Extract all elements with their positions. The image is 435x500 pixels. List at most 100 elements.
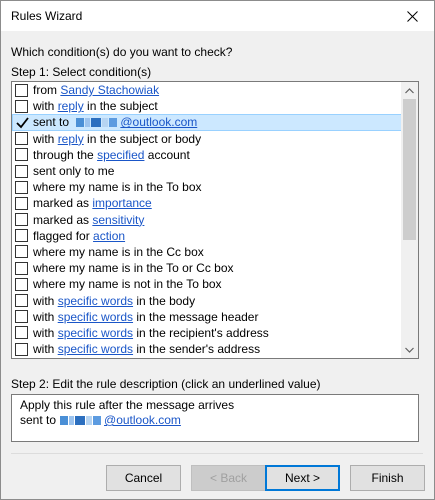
condition-text: marked as	[33, 196, 93, 211]
description-sent-to-label: sent to	[20, 413, 57, 427]
title-bar: Rules Wizard	[1, 1, 434, 31]
condition-link[interactable]: specific words	[58, 293, 133, 309]
condition-checkbox[interactable]	[15, 116, 29, 129]
scroll-thumb[interactable]	[403, 99, 416, 240]
condition-checkbox[interactable]	[15, 310, 28, 324]
condition-text: flagged for	[33, 228, 94, 243]
condition-row[interactable]: through the specified account	[12, 147, 402, 163]
condition-link[interactable]: sensitivity	[92, 212, 144, 228]
condition-row[interactable]: assigned to category category	[12, 357, 402, 358]
conditions-list-items: from Sandy Stachowiak with reply in the s…	[12, 82, 402, 358]
condition-text: where my name is in the To or Cc box	[33, 261, 234, 276]
condition-text: sent to	[33, 115, 73, 130]
condition-checkbox[interactable]	[15, 99, 28, 113]
condition-row[interactable]: with reply in the subject or body	[12, 131, 402, 147]
condition-text: with	[33, 131, 58, 146]
condition-checkbox[interactable]	[15, 277, 28, 291]
condition-text-suffix: in the recipient's address	[133, 325, 269, 340]
next-button[interactable]: Next >	[265, 465, 340, 491]
condition-row[interactable]: with specific words in the sender's addr…	[12, 341, 402, 357]
condition-link[interactable]: category	[98, 357, 144, 358]
condition-text-suffix: in the subject	[83, 99, 158, 114]
condition-text: through the	[33, 147, 98, 162]
condition-text: with	[33, 293, 58, 308]
condition-text: with	[33, 325, 58, 340]
condition-row[interactable]: sent to @outlook.com	[12, 114, 402, 131]
back-button[interactable]: < Back	[191, 465, 266, 491]
condition-row[interactable]: with specific words in the recipient's a…	[12, 325, 402, 341]
description-email-link[interactable]: @outlook.com	[104, 413, 181, 428]
condition-checkbox[interactable]	[15, 164, 28, 178]
condition-checkbox[interactable]	[15, 148, 28, 162]
condition-text-suffix: in the subject or body	[83, 131, 202, 146]
close-button[interactable]	[390, 1, 434, 31]
condition-row[interactable]: with specific words in the message heade…	[12, 309, 402, 325]
condition-text: assigned to	[33, 357, 98, 358]
condition-row[interactable]: marked as importance	[12, 195, 402, 211]
condition-checkbox[interactable]	[15, 245, 28, 259]
condition-checkbox[interactable]	[15, 213, 28, 227]
divider	[11, 453, 423, 454]
condition-text: where my name is in the Cc box	[33, 244, 204, 259]
condition-row[interactable]: sent only to me	[12, 163, 402, 179]
condition-text: sent only to me	[33, 164, 115, 179]
condition-text-suffix: in the sender's address	[133, 342, 261, 357]
condition-text-suffix: category	[144, 357, 193, 358]
condition-text: with	[33, 342, 58, 357]
redacted-email-block	[76, 117, 118, 127]
description-line-1: Apply this rule after the message arrive…	[20, 398, 235, 412]
condition-checkbox[interactable]	[15, 180, 28, 194]
condition-row[interactable]: where my name is not in the To box	[12, 276, 402, 292]
condition-row[interactable]: with specific words in the body	[12, 292, 402, 308]
condition-checkbox[interactable]	[15, 196, 28, 210]
chevron-down-icon	[405, 347, 414, 353]
scroll-up-button[interactable]	[401, 82, 418, 99]
condition-row[interactable]: where my name is in the To box	[12, 179, 402, 195]
condition-text: where my name is not in the To box	[33, 277, 222, 292]
condition-checkbox[interactable]	[15, 132, 28, 146]
scroll-down-button[interactable]	[401, 341, 418, 358]
condition-text: where my name is in the To box	[33, 180, 202, 195]
condition-text-suffix: account	[144, 147, 190, 162]
condition-link[interactable]: specific words	[58, 309, 133, 325]
condition-row[interactable]: flagged for action	[12, 228, 402, 244]
condition-link[interactable]: reply	[58, 98, 84, 114]
chevron-up-icon	[405, 87, 414, 93]
condition-text: marked as	[33, 212, 93, 227]
condition-text-suffix: in the body	[133, 293, 196, 308]
condition-text: with	[33, 309, 58, 324]
conditions-list[interactable]: from Sandy Stachowiak with reply in the s…	[11, 81, 419, 359]
step2-label: Step 2: Edit the rule description (click…	[11, 377, 321, 391]
condition-link[interactable]: importance	[92, 195, 151, 211]
condition-link[interactable]: reply	[58, 131, 84, 147]
condition-text: with	[33, 99, 58, 114]
close-icon	[406, 10, 418, 22]
condition-link[interactable]: @outlook.com	[120, 114, 197, 130]
condition-checkbox[interactable]	[15, 294, 28, 308]
condition-link[interactable]: specified	[97, 147, 144, 163]
condition-checkbox[interactable]	[15, 342, 28, 356]
description-line-2: sent to @outlook.com	[20, 413, 410, 428]
condition-link[interactable]: Sandy Stachowiak	[60, 82, 159, 98]
condition-link[interactable]: specific words	[58, 325, 133, 341]
condition-checkbox[interactable]	[15, 83, 28, 97]
condition-row[interactable]: where my name is in the Cc box	[12, 244, 402, 260]
condition-row[interactable]: with reply in the subject	[12, 98, 402, 114]
step1-label: Step 1: Select condition(s)	[11, 65, 152, 79]
redacted-email-block	[60, 416, 102, 425]
condition-row[interactable]: where my name is in the To or Cc box	[12, 260, 402, 276]
condition-checkbox[interactable]	[15, 326, 28, 340]
condition-text: from	[33, 83, 61, 98]
condition-row[interactable]: from Sandy Stachowiak	[12, 82, 402, 98]
condition-checkbox[interactable]	[15, 261, 28, 275]
condition-link[interactable]: specific words	[58, 341, 133, 357]
cancel-button[interactable]: Cancel	[106, 465, 181, 491]
conditions-scrollbar[interactable]	[401, 82, 418, 358]
condition-checkbox[interactable]	[15, 229, 28, 243]
question-text: Which condition(s) do you want to check?	[11, 45, 233, 59]
rules-wizard-dialog: Rules Wizard Which condition(s) do you w…	[0, 0, 435, 500]
condition-row[interactable]: marked as sensitivity	[12, 212, 402, 228]
checkmark-icon	[16, 117, 29, 129]
finish-button[interactable]: Finish	[350, 465, 425, 491]
condition-link[interactable]: action	[93, 228, 125, 244]
